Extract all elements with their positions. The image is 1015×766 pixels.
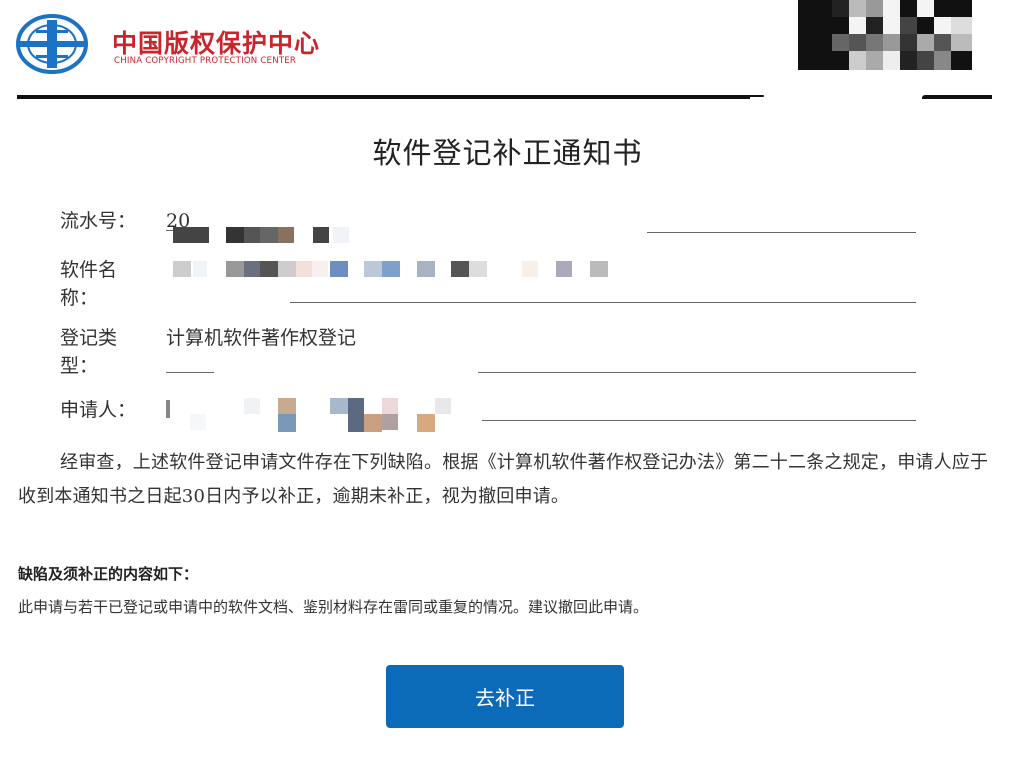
registration-type-label: 登记类型： — [60, 327, 118, 377]
serial-number-line — [647, 232, 916, 233]
org-logo: 中国版权保护中心 CHINA COPYRIGHT PROTECTION CENT… — [16, 14, 319, 74]
software-name-label: 软件名称： — [60, 259, 118, 309]
software-name-line — [290, 302, 916, 303]
registration-type-underline — [166, 372, 214, 373]
serial-number-label: 流水号： — [60, 210, 137, 232]
notice-paragraph: 经审查，上述软件登记申请文件存在下列缺陷。根据《计算机软件著作权登记办法》第二十… — [18, 452, 989, 507]
document-title: 软件登记补正通知书 — [372, 136, 643, 170]
cpc-emblem-icon — [16, 14, 88, 74]
applicant-label: 申请人： — [60, 399, 137, 421]
org-name-en: CHINA COPYRIGHT PROTECTION CENTER — [114, 56, 297, 66]
correct-button[interactable]: 去补正 — [386, 665, 624, 728]
registration-type-line — [478, 372, 916, 373]
defects-heading: 缺陷及须补正的内容如下： — [18, 565, 199, 583]
qr-code — [798, 0, 972, 70]
applicant-line — [482, 420, 916, 421]
registration-type-value: 计算机软件著作权登记 — [166, 327, 357, 349]
org-name-cn: 中国版权保护中心 — [112, 29, 321, 58]
defects-body: 此申请与若干已登记或申请中的软件文档、鉴别材料存在雷同或重复的情况。建议撤回此申… — [18, 598, 649, 616]
header-divider — [17, 95, 992, 99]
